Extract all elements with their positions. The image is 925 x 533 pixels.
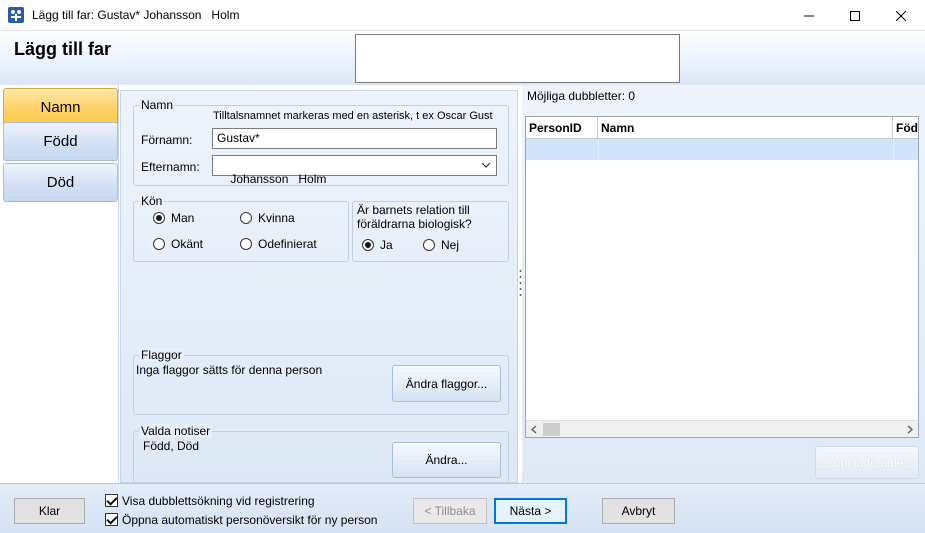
gender-group-label: Kön (139, 194, 165, 208)
name-group-label: Namn (139, 98, 176, 112)
gender-radio-kvinna[interactable] (240, 212, 252, 224)
gender-radio-okant[interactable] (153, 238, 165, 250)
form-panel: Namn Tilltalsnamnet markeras med en aste… (120, 90, 518, 483)
column-header-personid[interactable]: PersonID (526, 117, 598, 139)
gender-group (133, 201, 349, 262)
relation-option-label: Ja (380, 238, 393, 252)
scroll-right-icon[interactable] (906, 425, 914, 434)
show-duplicate-search-label: Visa dubblettsökning vid registrering (122, 494, 315, 508)
nav-item-label: Namn (40, 99, 81, 116)
lastname-value: Johansson Holm (230, 172, 327, 186)
relation-option-label: Nej (441, 238, 460, 252)
family-tree-app-icon (8, 7, 24, 23)
column-header-fodd[interactable]: Född (893, 117, 918, 139)
duplicates-table[interactable]: PersonID Namn Född (525, 116, 919, 438)
header-preview-box (355, 34, 680, 83)
nav-item-dod[interactable]: Död (3, 163, 118, 202)
close-button[interactable] (878, 0, 924, 31)
horizontal-scrollbar[interactable] (526, 420, 918, 437)
nav-item-label: Död (46, 174, 75, 191)
relation-radio-ja[interactable] (362, 239, 374, 251)
window-title: Lägg till far: Gustav* Johansson Holm (32, 8, 240, 22)
scroll-left-icon[interactable] (530, 425, 538, 434)
table-row[interactable] (526, 139, 918, 160)
relation-group-label: Är barnets relation till föräldrarna bio… (357, 203, 472, 231)
change-flags-button[interactable]: Ändra flaggor... (392, 365, 501, 402)
gender-option-label: Kvinna (258, 211, 295, 225)
notices-group-label: Valda notiser (139, 424, 213, 438)
minimize-icon (804, 15, 814, 16)
title-bar: Lägg till far: Gustav* Johansson Holm (0, 0, 925, 31)
name-hint: Tilltalsnamnet markeras med en asterisk,… (213, 110, 493, 122)
change-notices-button[interactable]: Ändra... (392, 442, 501, 478)
maximize-icon (850, 10, 860, 21)
flags-group-label: Flaggor (139, 348, 184, 362)
close-icon (896, 10, 906, 21)
duplicates-count-label: Möjliga dubbletter: 0 (527, 89, 636, 103)
cancel-button[interactable]: Avbryt (602, 498, 675, 524)
open-person-overview-checkbox[interactable] (105, 513, 118, 526)
done-button[interactable]: Klar (14, 498, 85, 524)
connect-parent-button[interactable]: Koppla förälder (815, 446, 919, 479)
row-divider (893, 139, 894, 160)
gender-option-label: Okänt (171, 237, 204, 251)
table-header: PersonID Namn Född (526, 117, 918, 139)
page-title: Lägg till far (14, 39, 112, 59)
minimize-button[interactable] (786, 0, 832, 31)
dialog-header: Lägg till far (0, 31, 925, 85)
chevron-down-icon[interactable] (481, 162, 491, 169)
scrollbar-thumb[interactable] (543, 423, 560, 436)
column-header-namn[interactable]: Namn (598, 117, 893, 139)
firstname-label: Förnamn: (141, 133, 193, 147)
gender-radio-man[interactable] (153, 212, 165, 224)
notices-text: Född, Död (143, 439, 200, 453)
nav-item-fodd[interactable]: Född (3, 122, 118, 161)
section-nav: Namn Född Död (1, 85, 119, 483)
maximize-button[interactable] (832, 0, 878, 31)
lastname-combobox[interactable]: Johansson Holm (212, 155, 497, 186)
gender-option-label: Man (171, 211, 195, 225)
back-button[interactable]: < Tillbaka (413, 498, 487, 524)
flags-text: Inga flaggor sätts för denna person (136, 363, 323, 377)
row-divider (598, 139, 599, 160)
next-button[interactable]: Nästa > (494, 498, 567, 524)
nav-item-label: Född (43, 133, 78, 150)
relation-radio-nej[interactable] (423, 239, 435, 251)
show-duplicate-search-checkbox[interactable] (105, 494, 118, 507)
lastname-label: Efternamn: (141, 160, 200, 174)
firstname-input[interactable]: Gustav* (212, 128, 497, 149)
open-person-overview-label: Öppna automatiskt personöversikt för ny … (122, 513, 378, 527)
gender-option-label: Odefinierat (258, 237, 317, 251)
gender-radio-odefinierat[interactable] (240, 238, 252, 250)
